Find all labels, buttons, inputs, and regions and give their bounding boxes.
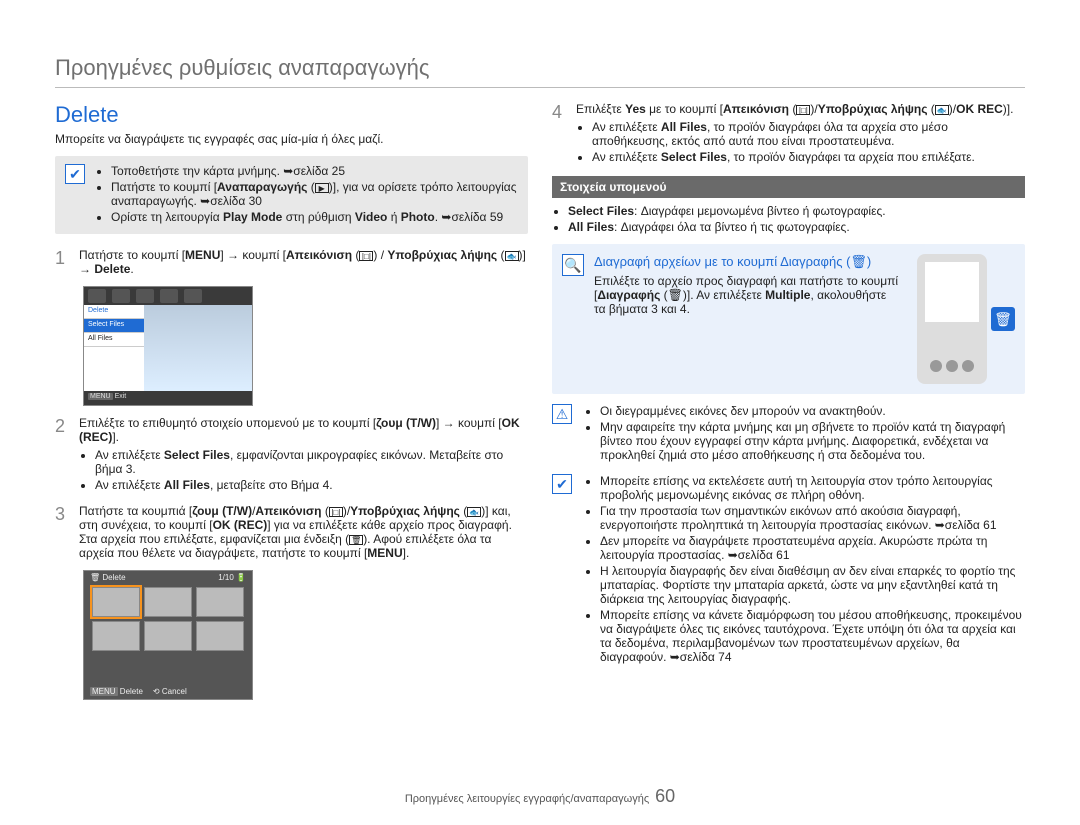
device-illustration [917,254,987,384]
display-icon: |□| [359,251,373,261]
prerequisite-list: Τοποθετήστε την κάρτα μνήμης. ➥σελίδα 25… [95,164,518,226]
camera-menu-screenshot: Delete Select Files All Files MENU Exit [83,286,253,406]
display-icon: |□| [796,105,810,115]
topic-title: Delete [55,102,528,128]
step-number: 3 [55,504,69,560]
step-number: 2 [55,416,69,494]
warning-box: ⚠ Οι διεγραμμένες εικόνες δεν μπορούν να… [552,404,1025,464]
scr-delete-header: Delete [84,305,144,319]
intro-text: Μπορείτε να διαγράψετε τις εγγραφές σας … [55,132,528,146]
tip-title: Διαγραφή αρχείων με το κουμπί Διαγραφής … [594,254,899,270]
scr-all-files: All Files [84,333,144,347]
step-number: 4 [552,102,566,166]
display-icon: |□| [329,507,343,517]
play-icon: ▶ [315,183,329,193]
page-footer: Προηγμένες λειτουργίες εγγραφής/αναπαραγ… [0,786,1080,807]
checkmark-icon: ✔ [65,164,85,184]
step-1: 1 Πατήστε το κουμπί [MENU] → κουμπί [Απε… [55,248,528,276]
underwater-icon: 🐟 [467,507,481,517]
step-2: 2 Επιλέξτε το επιθυμητό στοιχείο υπομενο… [55,416,528,494]
note-box: ✔ Μπορείτε επίσης να εκτελέσετε αυτή τη … [552,474,1025,666]
underwater-icon: 🐟 [935,105,949,115]
submenu-header: Στοιχεία υπομενού [552,176,1025,198]
step-number: 1 [55,248,69,276]
checkmark-icon: ✔ [552,474,572,494]
prerequisite-box: ✔ Τοποθετήστε την κάρτα μνήμης. ➥σελίδα … [55,156,528,234]
warning-icon: ⚠ [552,404,572,424]
step-3: 3 Πατήστε τα κουμπιά [ζουμ (T/W)/Απεικόν… [55,504,528,560]
magnifier-icon: 🔍 [562,254,584,276]
section-heading: Προηγμένες ρυθμίσεις αναπαραγωγής [55,55,1025,88]
thumbnail-selection-screenshot: 🗑 Delete1/10 🔋 MENU Delete⟲ Cancel [83,570,253,700]
scr-select-files: Select Files [84,319,144,333]
submenu-items: Select Files: Διαγράφει μεμονωμένα βίντε… [552,204,1025,234]
tip-box: 🔍 Διαγραφή αρχείων με το κουμπί Διαγραφή… [552,244,1025,394]
step-4: 4 Επιλέξτε Yes με το κουμπί [Απεικόνιση … [552,102,1025,166]
trash-icon: 🗑 [349,535,363,545]
trash-button-callout: 🗑 [991,307,1015,331]
underwater-icon: 🐟 [505,251,519,261]
